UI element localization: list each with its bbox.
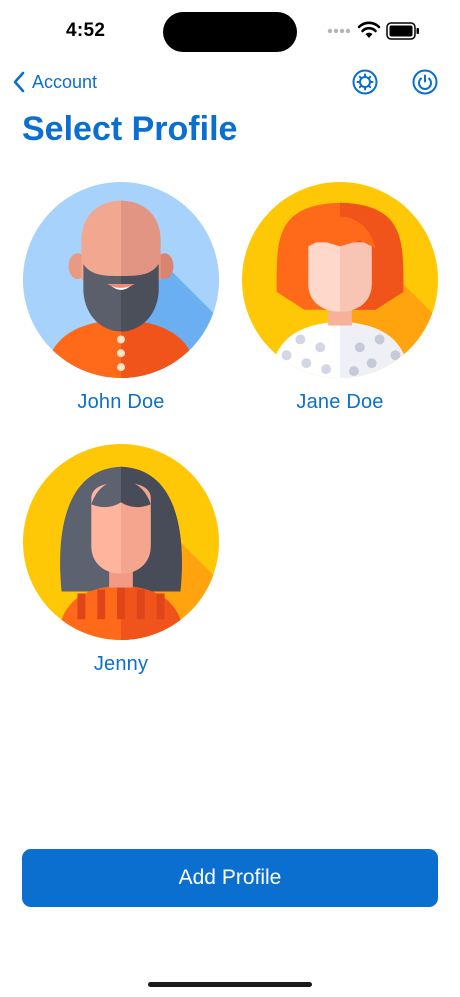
profile-jane-doe[interactable]: Jane Doe: [240, 181, 440, 414]
profile-name: Jenny: [93, 653, 149, 675]
navigation-bar: Account: [0, 62, 460, 102]
wifi-icon: [357, 21, 381, 38]
status-bar: 4:52: [0, 0, 460, 60]
avatar-redhead-woman: [241, 181, 439, 379]
home-indicator: [148, 982, 312, 987]
chevron-left-icon: [13, 71, 25, 93]
back-button[interactable]: Account: [12, 67, 97, 97]
gear-icon[interactable]: [350, 67, 380, 97]
cellular-signal-icon: [327, 28, 351, 34]
profile-name: Jane Doe: [296, 391, 384, 413]
status-time: 4:52: [66, 20, 106, 41]
battery-icon: [386, 22, 419, 40]
page-title: Select Profile: [22, 110, 238, 148]
back-button-label: Account: [32, 71, 98, 92]
add-profile-button[interactable]: Add Profile: [22, 849, 438, 907]
power-icon[interactable]: [410, 67, 440, 97]
profile-name: John Doe: [77, 391, 165, 413]
avatar-bearded-man: [22, 181, 220, 379]
profile-john-doe[interactable]: John Doe: [21, 181, 221, 414]
profile-jenny[interactable]: Jenny: [21, 443, 221, 676]
avatar-dark-haired-woman: [22, 443, 220, 641]
dynamic-island: [163, 12, 297, 52]
